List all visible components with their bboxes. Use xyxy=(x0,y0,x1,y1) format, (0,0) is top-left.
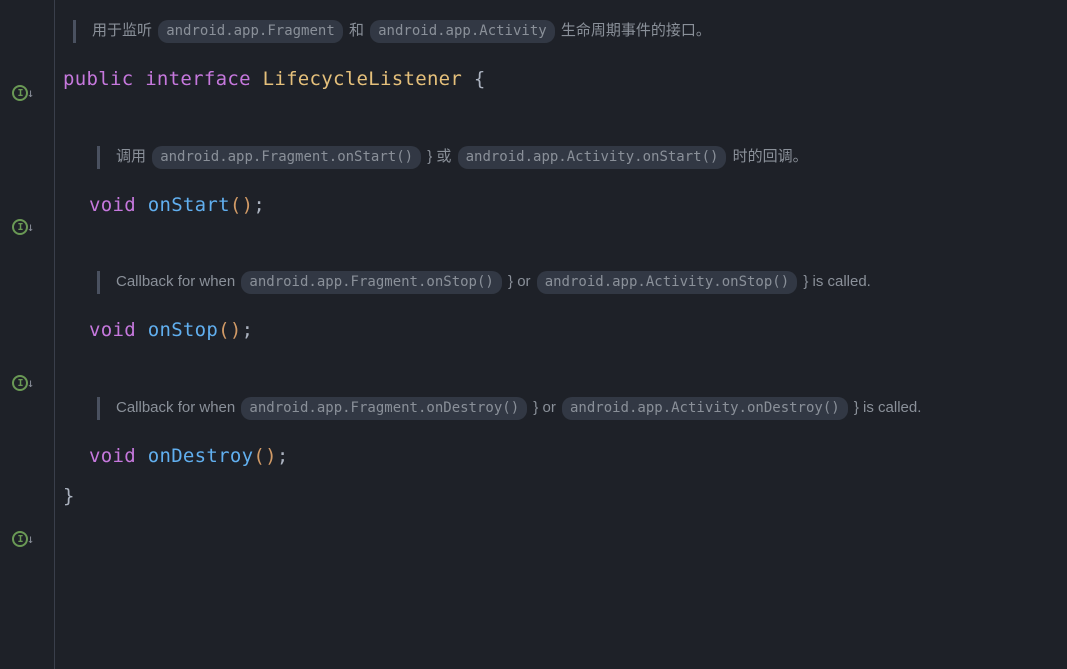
down-arrow-icon: ↓ xyxy=(27,218,34,236)
doc-text: } is called. xyxy=(854,399,922,416)
code-reference-chip[interactable]: android.app.Activity.onDestroy() xyxy=(562,397,848,420)
circle-i-icon: I xyxy=(12,531,28,547)
open-brace: { xyxy=(474,68,486,90)
parentheses: () xyxy=(218,319,241,341)
close-brace-line: } xyxy=(55,480,1067,513)
method-doc-comment: Callback for when android.app.Fragment.o… xyxy=(55,269,1067,296)
doc-text: 用于监听 xyxy=(92,22,152,39)
parentheses: () xyxy=(253,445,276,467)
down-arrow-icon: ↓ xyxy=(27,84,34,102)
doc-text: } or xyxy=(533,399,556,416)
method-doc-comment: 调用 android.app.Fragment.onStart() } 或 an… xyxy=(55,144,1067,171)
method-name: onDestroy xyxy=(148,445,254,467)
doc-text: 调用 xyxy=(116,148,146,165)
method-onstop: void onStop(); xyxy=(55,314,1067,347)
down-arrow-icon: ↓ xyxy=(27,530,34,548)
doc-text: } is called. xyxy=(803,273,871,290)
keyword-interface: interface xyxy=(145,68,251,90)
doc-text: 和 xyxy=(349,22,364,39)
implement-icon[interactable]: I↓ xyxy=(12,82,42,104)
code-reference-chip[interactable]: android.app.Fragment.onStart() xyxy=(152,146,421,169)
code-reference-chip[interactable]: android.app.Fragment xyxy=(158,20,343,43)
doc-text: 生命周期事件的接口。 xyxy=(561,22,711,39)
editor-gutter: I↓ I↓ I↓ I↓ xyxy=(0,0,55,669)
method-name: onStop xyxy=(148,319,218,341)
class-doc-comment: 用于监听 android.app.Fragment 和 android.app.… xyxy=(55,18,1067,45)
doc-text: Callback for when xyxy=(116,399,235,416)
doc-text: } 或 xyxy=(427,148,451,165)
keyword-public: public xyxy=(63,68,133,90)
implement-icon[interactable]: I↓ xyxy=(12,528,42,550)
doc-text: Callback for when xyxy=(116,273,235,290)
keyword-void: void xyxy=(89,445,136,467)
code-reference-chip[interactable]: android.app.Activity.onStart() xyxy=(458,146,727,169)
code-reference-chip[interactable]: android.app.Activity.onStop() xyxy=(537,271,797,294)
code-editor: I↓ I↓ I↓ I↓ 用于监听 android.app.Fragment 和 … xyxy=(0,0,1067,669)
code-content[interactable]: 用于监听 android.app.Fragment 和 android.app.… xyxy=(55,0,1067,669)
down-arrow-icon: ↓ xyxy=(27,374,34,392)
implement-icon[interactable]: I↓ xyxy=(12,372,42,394)
implement-icon[interactable]: I↓ xyxy=(12,216,42,238)
parentheses: () xyxy=(230,194,253,216)
semicolon: ; xyxy=(253,194,265,216)
method-ondestroy: void onDestroy(); xyxy=(55,440,1067,473)
method-name: onStart xyxy=(148,194,230,216)
doc-text: } or xyxy=(508,273,531,290)
close-brace: } xyxy=(63,482,75,511)
keyword-void: void xyxy=(89,194,136,216)
keyword-void: void xyxy=(89,319,136,341)
method-onstart: void onStart(); xyxy=(55,189,1067,222)
code-reference-chip[interactable]: android.app.Fragment.onDestroy() xyxy=(241,397,527,420)
code-reference-chip[interactable]: android.app.Activity xyxy=(370,20,555,43)
circle-i-icon: I xyxy=(12,375,28,391)
interface-declaration: public interface LifecycleListener { xyxy=(55,63,1067,96)
type-name: LifecycleListener xyxy=(263,68,463,90)
code-reference-chip[interactable]: android.app.Fragment.onStop() xyxy=(241,271,501,294)
circle-i-icon: I xyxy=(12,219,28,235)
semicolon: ; xyxy=(242,319,254,341)
circle-i-icon: I xyxy=(12,85,28,101)
method-doc-comment: Callback for when android.app.Fragment.o… xyxy=(55,395,1067,422)
semicolon: ; xyxy=(277,445,289,467)
doc-text: 时的回调。 xyxy=(733,148,808,165)
